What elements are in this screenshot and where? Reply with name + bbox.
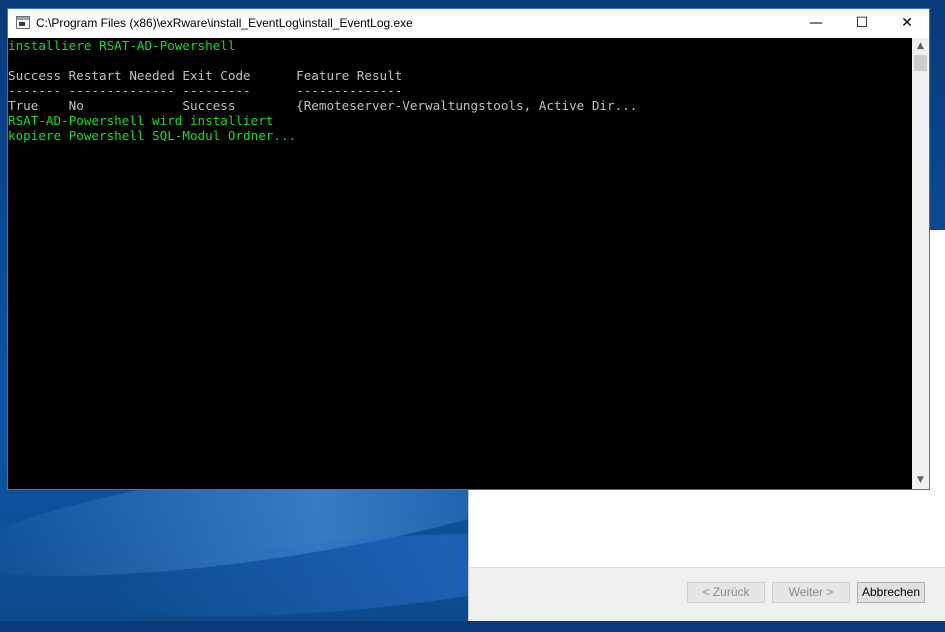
cancel-button[interactable]: Abbrechen xyxy=(857,582,925,603)
back-button[interactable]: < Zurück xyxy=(687,582,765,603)
console-line: RSAT-AD-Powershell wird installiert xyxy=(8,113,274,128)
window-title: C:\Program Files (x86)\exRware\install_E… xyxy=(36,16,413,30)
scroll-up-button[interactable]: ▲ xyxy=(912,38,929,55)
maximize-button[interactable]: ☐ xyxy=(839,9,885,38)
console-window[interactable]: C:\Program Files (x86)\exRware\install_E… xyxy=(7,8,930,490)
close-button[interactable]: ✕ xyxy=(884,9,930,38)
console-line: Success Restart Needed Exit Code Feature… xyxy=(8,68,403,83)
console-line: kopiere Powershell SQL-Modul Ordner... xyxy=(8,128,297,143)
chevron-up-icon: ▲ xyxy=(917,41,924,51)
console-output[interactable]: installiere RSAT-AD-Powershell Success Re… xyxy=(8,38,913,489)
console-app-icon xyxy=(16,16,30,29)
chevron-down-icon: ▼ xyxy=(917,475,924,485)
scroll-down-button[interactable]: ▼ xyxy=(912,472,929,489)
close-icon: ✕ xyxy=(901,15,913,31)
vertical-scrollbar[interactable]: ▲ ▼ xyxy=(912,38,929,489)
console-titlebar[interactable]: C:\Program Files (x86)\exRware\install_E… xyxy=(8,9,929,38)
maximize-icon: ☐ xyxy=(855,15,869,31)
minimize-button[interactable]: — xyxy=(793,9,839,38)
next-button[interactable]: Weiter > xyxy=(772,582,850,603)
minimize-icon: — xyxy=(809,15,823,31)
scroll-thumb[interactable] xyxy=(914,55,927,71)
console-line: ------- -------------- --------- -------… xyxy=(8,83,403,98)
console-line: installiere RSAT-AD-Powershell xyxy=(8,38,236,53)
console-line: True No Success {Remoteserver-Verwaltung… xyxy=(8,98,638,113)
